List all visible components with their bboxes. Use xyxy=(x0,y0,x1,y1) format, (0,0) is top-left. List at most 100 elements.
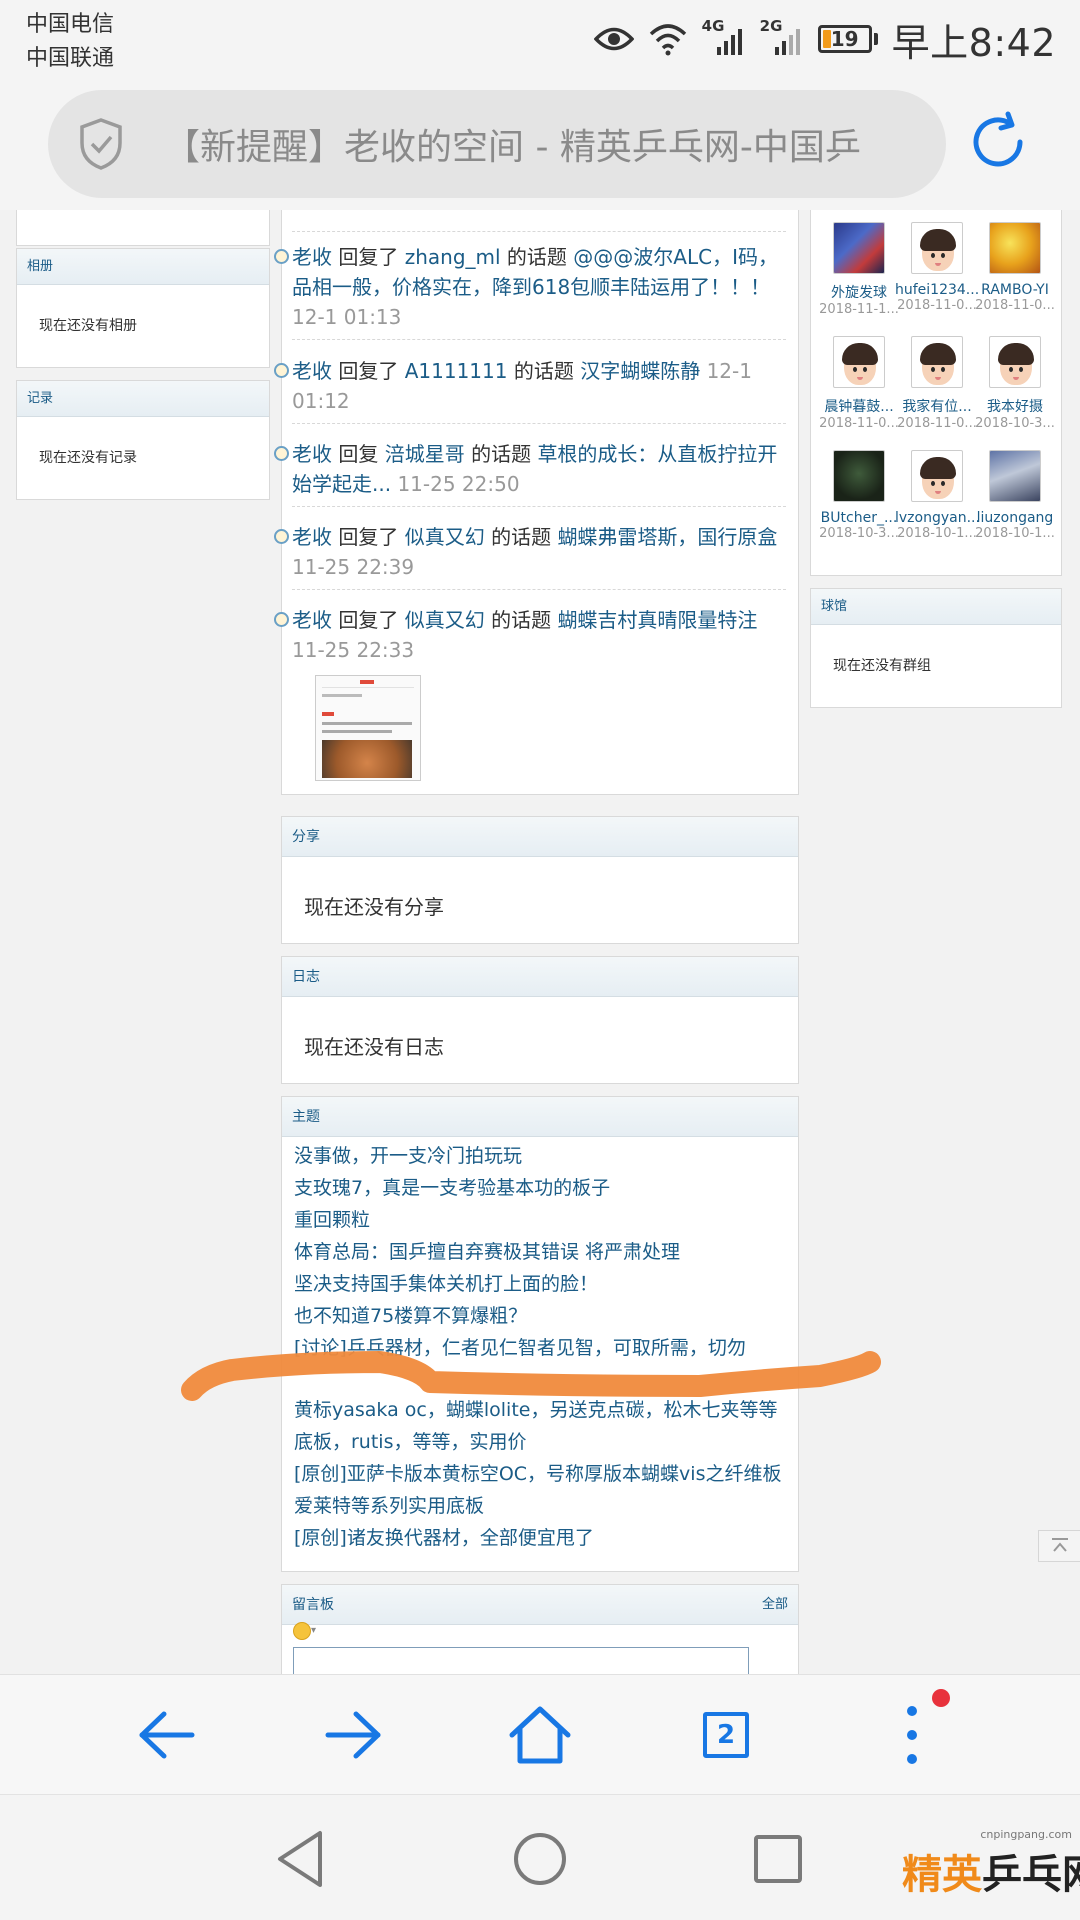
topic-link[interactable]: 坚决支持国手集体关机打上面的脸！ xyxy=(294,1268,784,1300)
feed-target-link[interactable]: A1111111 xyxy=(405,359,508,383)
arrow-left-icon xyxy=(139,1711,195,1759)
blog-box: 日志 现在还没有日志 xyxy=(281,956,799,1084)
feed-topic-link[interactable]: 汉字蝴蝶陈静 xyxy=(580,359,700,383)
watermark-logo-part-1: 精英 xyxy=(902,1851,982,1898)
guestbook-input[interactable] xyxy=(293,1647,749,1674)
topics-title: 主题 xyxy=(282,1097,798,1137)
back-button[interactable] xyxy=(126,1695,206,1775)
feed-target-link[interactable]: 涪城星哥 xyxy=(385,442,465,466)
club-title: 球馆 xyxy=(811,589,1061,625)
feed-target-link[interactable]: zhang_ml xyxy=(405,245,501,269)
tabs-button[interactable]: 2 xyxy=(686,1695,766,1775)
topic-link[interactable]: 没事做，开一支冷门拍玩玩 xyxy=(294,1140,784,1172)
feed-suffix: 的话题 xyxy=(513,359,574,383)
friend-name: 我本好摄 xyxy=(987,399,1043,415)
site-watermark: cnpingpang.com 精英乒乓网 xyxy=(902,1828,1080,1914)
emoji-picker[interactable]: ▾ xyxy=(293,1620,316,1640)
album-empty: 现在还没有相册 xyxy=(39,318,137,334)
topic-link[interactable]: 支玫瑰7，真是一支考验基本功的板子 xyxy=(294,1172,784,1204)
battery-icon: 19 xyxy=(817,25,878,53)
friend-item[interactable]: hufei1234... 2018-11-0... xyxy=(895,222,979,313)
feed-action: 回复了 xyxy=(338,359,399,383)
avatar xyxy=(911,336,963,388)
feed-reply-icon xyxy=(274,529,289,544)
left-box-top-partial xyxy=(16,210,270,246)
topic-link[interactable]: 重回颗粒 xyxy=(294,1204,784,1236)
feed-user-link[interactable]: 老收 xyxy=(292,442,332,466)
home-icon xyxy=(509,1706,571,1764)
avatar xyxy=(989,336,1041,388)
browser-address-bar: 【新提醒】老收的空间 - 精英乒乓网-中国乒 xyxy=(0,80,1080,210)
blog-title: 日志 xyxy=(282,957,798,997)
feed-time: 11-25 22:39 xyxy=(292,555,415,579)
nav-recents-icon[interactable] xyxy=(746,1827,810,1891)
feed-suffix: 的话题 xyxy=(491,608,552,632)
home-button[interactable] xyxy=(500,1695,580,1775)
reload-icon[interactable] xyxy=(966,110,1030,174)
url-field[interactable]: 【新提醒】老收的空间 - 精英乒乓网-中国乒 xyxy=(48,90,946,198)
feed-user-link[interactable]: 老收 xyxy=(292,525,332,549)
share-title: 分享 xyxy=(282,817,798,857)
friend-date: 2018-11-0... xyxy=(897,298,977,313)
feed-time: 11-25 22:50 xyxy=(397,472,520,496)
avatar xyxy=(911,450,963,502)
friend-item[interactable]: 外旋发球 2018-11-1... xyxy=(817,222,901,317)
guestbook-all-link[interactable]: 全部 xyxy=(762,1585,788,1625)
feed-action: 回复 xyxy=(338,442,379,466)
friend-item[interactable]: liuzongang 2018-10-1... xyxy=(973,450,1057,541)
friend-date: 2018-11-0... xyxy=(975,298,1055,313)
watermark-url: cnpingpang.com xyxy=(980,1828,1072,1841)
feed-action: 回复了 xyxy=(338,525,399,549)
feed-user-link[interactable]: 老收 xyxy=(292,608,332,632)
record-empty: 现在还没有记录 xyxy=(39,450,137,466)
nav-back-icon[interactable] xyxy=(270,1827,334,1891)
carrier-2: 中国联通 xyxy=(26,46,115,71)
feed-user-link[interactable]: 老收 xyxy=(292,245,332,269)
eye-icon xyxy=(593,27,634,51)
arrow-right-icon xyxy=(325,1711,381,1759)
club-box: 球馆 现在还没有群组 xyxy=(810,588,1062,708)
clock: 早上8:42 xyxy=(891,20,1056,65)
guestbook-title: 留言板 xyxy=(292,1597,334,1613)
feed-action: 回复了 xyxy=(338,245,399,269)
club-empty: 现在还没有群组 xyxy=(833,658,931,674)
menu-button[interactable] xyxy=(872,1695,952,1775)
album-title: 相册 xyxy=(17,249,269,285)
topic-link[interactable]: 体育总局：国乒擅自弃赛极其错误 将严肃处理 xyxy=(294,1236,784,1268)
arrow-up-icon xyxy=(1051,1538,1068,1552)
forward-button[interactable] xyxy=(314,1695,394,1775)
signal-2g-icon: 2G xyxy=(760,17,804,59)
feed-user-link[interactable]: 老收 xyxy=(292,359,332,383)
feed-topic-link[interactable]: 蝴蝶弗雷塔斯，国行原盒 xyxy=(557,525,777,549)
friend-name: hufei1234... xyxy=(895,282,979,298)
carrier-1: 中国电信 xyxy=(26,12,115,37)
browser-toolbar: 2 xyxy=(0,1674,1080,1794)
feed-target-link[interactable]: 似真又幻 xyxy=(405,608,485,632)
friend-item[interactable]: BUtcher_... 2018-10-3... xyxy=(817,450,901,541)
friend-item[interactable]: 我家有位... 2018-11-0... xyxy=(895,336,979,431)
topic-link[interactable]: [原创]亚萨卡版本黄标空OC，号称厚版本蝴蝶vis之纤维板爱莱特等系列实用底板 xyxy=(294,1458,784,1522)
feed-image-thumbnail[interactable] xyxy=(315,675,421,781)
friend-item[interactable]: RAMBO-YI 2018-11-0... xyxy=(973,222,1057,313)
watermark-logo-part-2: 乒乓网 xyxy=(982,1851,1080,1898)
feed-target-link[interactable]: 似真又幻 xyxy=(405,525,485,549)
topic-link[interactable]: 也不知道75楼算不算爆粗？ xyxy=(294,1300,784,1332)
topic-link[interactable]: [原创]诸友换代器材，全部便宜甩了 xyxy=(294,1522,784,1554)
feed-time: 11-25 22:33 xyxy=(292,638,415,662)
topic-link[interactable]: [讨论]乒乓器材，仁者见仁智者见智，可取所需，切勿 xyxy=(294,1332,784,1364)
feed-reply-icon xyxy=(274,363,289,378)
back-to-top-button[interactable] xyxy=(1038,1530,1080,1562)
friend-item[interactable]: lvzongyan... 2018-10-1... xyxy=(895,450,979,541)
feed-topic-link[interactable]: 蝴蝶吉村真晴限量特注 xyxy=(557,608,757,632)
topic-link[interactable]: 黄标yasaka oc，蝴蝶lolite，另送克点碳，松木七夹等等底板，ruti… xyxy=(294,1394,784,1458)
share-box: 分享 现在还没有分享 xyxy=(281,816,799,944)
more-vertical-icon xyxy=(907,1706,917,1764)
nav-home-icon[interactable] xyxy=(508,1827,572,1891)
friend-item[interactable]: 晨钟暮鼓... 2018-11-0... xyxy=(817,336,901,431)
tab-count: 2 xyxy=(703,1712,749,1758)
avatar xyxy=(833,222,885,274)
record-title: 记录 xyxy=(17,381,269,417)
battery-level: 19 xyxy=(830,27,859,51)
friend-item[interactable]: 我本好摄 2018-10-3... xyxy=(973,336,1057,431)
feed-reply-icon xyxy=(274,249,289,264)
